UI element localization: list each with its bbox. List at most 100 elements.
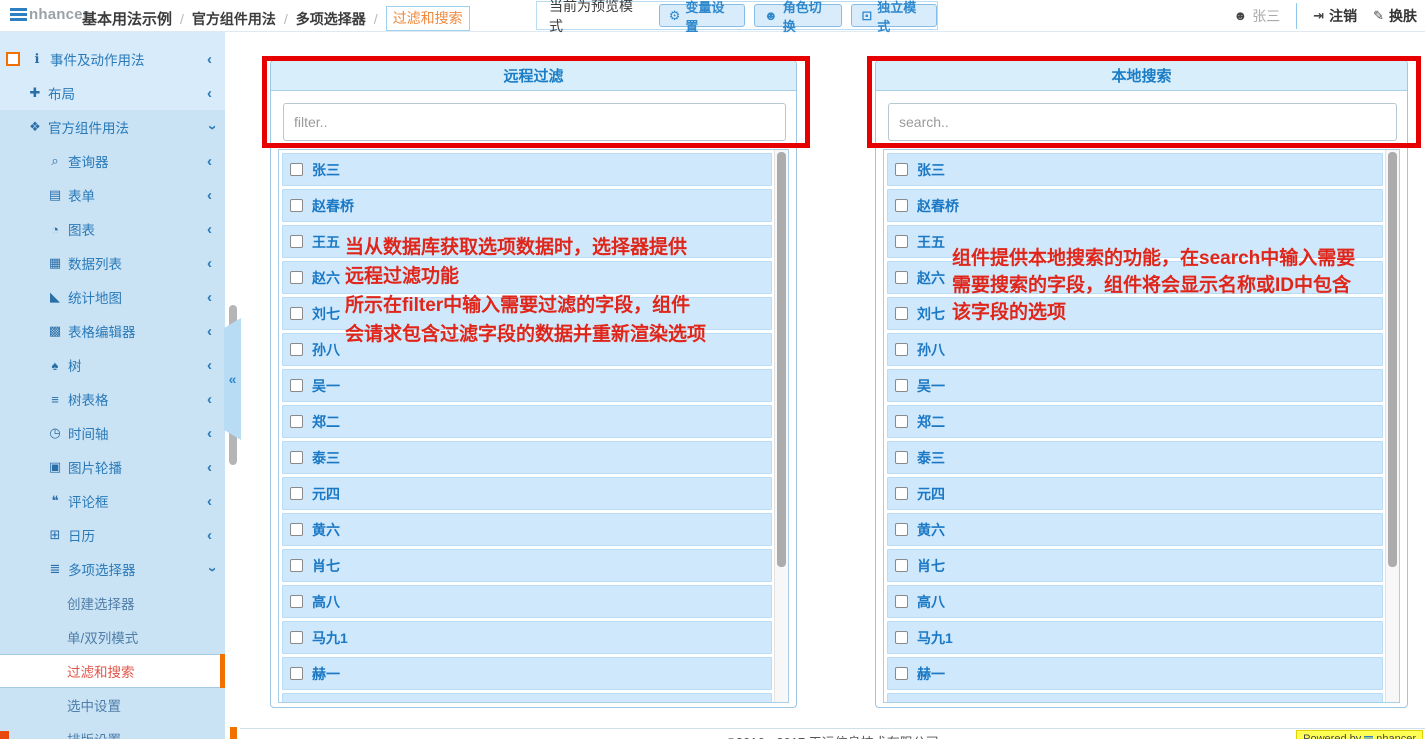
sidebar-item[interactable]: ℹ事件及动作用法‹ xyxy=(0,42,225,76)
sidebar-item[interactable]: 过滤和搜索 xyxy=(0,654,225,688)
option-row[interactable]: 肖七 xyxy=(887,549,1383,582)
sidebar-item[interactable]: ▤表单‹ xyxy=(0,178,225,212)
option-row[interactable]: 刘七 xyxy=(887,297,1383,330)
option-row[interactable]: 马九1 xyxy=(887,621,1383,654)
option-row[interactable]: 黄六 xyxy=(887,513,1383,546)
sidebar-item[interactable]: ⌕查询器‹ xyxy=(0,144,225,178)
sidebar-item[interactable]: ♠树‹ xyxy=(0,348,225,382)
breadcrumb-item[interactable]: 官方组件用法 xyxy=(192,9,276,29)
breadcrumb-item[interactable]: 多项选择器 xyxy=(296,9,366,29)
option-checkbox[interactable] xyxy=(895,451,908,464)
option-checkbox[interactable] xyxy=(290,271,303,284)
option-checkbox[interactable] xyxy=(290,595,303,608)
variable-settings-button[interactable]: ⚙ 变量设置 xyxy=(659,4,745,27)
option-checkbox[interactable] xyxy=(290,235,303,248)
option-row[interactable] xyxy=(282,693,772,702)
sidebar-item[interactable]: ▩表格编辑器‹ xyxy=(0,314,225,348)
sidebar-item[interactable]: 选中设置 xyxy=(0,688,225,722)
option-checkbox[interactable] xyxy=(895,271,908,284)
option-row[interactable]: 赵六 xyxy=(887,261,1383,294)
sidebar-item[interactable]: ❝评论框‹ xyxy=(0,484,225,518)
sidebar-item[interactable]: ⊞日历‹ xyxy=(0,518,225,552)
option-checkbox[interactable] xyxy=(895,199,908,212)
option-checkbox[interactable] xyxy=(290,415,303,428)
sidebar-item[interactable]: ◷时间轴‹ xyxy=(0,416,225,450)
option-row[interactable]: 赵春桥 xyxy=(282,189,772,222)
standalone-mode-button[interactable]: ⊡ 独立模式 xyxy=(851,4,937,27)
list-scrollbar-thumb[interactable] xyxy=(1388,152,1397,567)
sidebar-collapse-handle[interactable]: « xyxy=(224,318,241,440)
option-row[interactable]: 孙八 xyxy=(887,333,1383,366)
breadcrumb-active-item[interactable]: 过滤和搜索 xyxy=(386,6,470,31)
option-checkbox[interactable] xyxy=(290,343,303,356)
powered-by-badge[interactable]: Powered by nhancer xyxy=(1296,730,1423,739)
option-row[interactable]: 吴一 xyxy=(887,369,1383,402)
option-row[interactable]: 马九1 xyxy=(282,621,772,654)
sidebar-item[interactable]: 创建选择器 xyxy=(0,586,225,620)
option-row[interactable]: 黄六 xyxy=(282,513,772,546)
option-row[interactable]: 肖七 xyxy=(282,549,772,582)
option-row[interactable] xyxy=(887,693,1383,702)
option-row[interactable]: 刘七 xyxy=(282,297,772,330)
option-checkbox[interactable] xyxy=(895,559,908,572)
option-row[interactable]: 王五 xyxy=(887,225,1383,258)
option-row[interactable]: 郑二 xyxy=(887,405,1383,438)
option-checkbox[interactable] xyxy=(895,379,908,392)
option-row[interactable]: 元四 xyxy=(887,477,1383,510)
logout-button[interactable]: ⇥ 注销 xyxy=(1313,6,1357,26)
option-checkbox[interactable] xyxy=(895,163,908,176)
role-switch-button[interactable]: ☻ 角色切换 xyxy=(754,4,842,27)
sidebar-item[interactable]: ❖官方组件用法‹ xyxy=(0,110,225,144)
option-checkbox[interactable] xyxy=(290,559,303,572)
option-row[interactable]: 郑二 xyxy=(282,405,772,438)
option-row[interactable]: 高八 xyxy=(887,585,1383,618)
app-logo[interactable]: nhancer xyxy=(10,6,89,23)
sidebar-item[interactable]: ▣图片轮播‹ xyxy=(0,450,225,484)
option-row[interactable]: 张三 xyxy=(282,153,772,186)
fullscreen-toggle-icon[interactable] xyxy=(6,52,20,66)
option-row[interactable]: 泰三 xyxy=(887,441,1383,474)
option-checkbox[interactable] xyxy=(290,379,303,392)
list-scrollbar-thumb[interactable] xyxy=(777,152,786,567)
option-checkbox[interactable] xyxy=(290,487,303,500)
sidebar-item[interactable]: ◣统计地图‹ xyxy=(0,280,225,314)
option-row[interactable]: 泰三 xyxy=(282,441,772,474)
option-checkbox[interactable] xyxy=(895,667,908,680)
option-row[interactable]: 赫一 xyxy=(887,657,1383,690)
option-row[interactable]: 赵六 xyxy=(282,261,772,294)
option-checkbox[interactable] xyxy=(895,343,908,356)
sidebar-item[interactable]: ≡树表格‹ xyxy=(0,382,225,416)
option-checkbox[interactable] xyxy=(290,667,303,680)
option-checkbox[interactable] xyxy=(895,415,908,428)
filter-input[interactable] xyxy=(283,103,786,141)
sidebar-item[interactable]: ▦数据列表‹ xyxy=(0,246,225,280)
sidebar-item[interactable]: 单/双列模式 xyxy=(0,620,225,654)
list-scrollbar-track[interactable] xyxy=(774,150,788,702)
option-checkbox[interactable] xyxy=(290,307,303,320)
list-scrollbar-track[interactable] xyxy=(1385,150,1399,702)
option-checkbox[interactable] xyxy=(290,163,303,176)
option-row[interactable]: 孙八 xyxy=(282,333,772,366)
breadcrumb-item[interactable]: 基本用法示例 xyxy=(82,8,172,29)
option-row[interactable]: 元四 xyxy=(282,477,772,510)
option-row[interactable]: 张三 xyxy=(887,153,1383,186)
option-checkbox[interactable] xyxy=(895,631,908,644)
option-row[interactable]: 王五 xyxy=(282,225,772,258)
sidebar-item[interactable]: 排版设置 xyxy=(0,722,225,739)
option-checkbox[interactable] xyxy=(290,451,303,464)
current-user[interactable]: ☻ 张三 xyxy=(1234,6,1281,26)
change-skin-button[interactable]: ✎ 换肤 xyxy=(1373,6,1417,26)
sidebar-item[interactable]: ✚布局‹ xyxy=(0,76,225,110)
option-row[interactable]: 高八 xyxy=(282,585,772,618)
option-checkbox[interactable] xyxy=(895,307,908,320)
option-row[interactable]: 吴一 xyxy=(282,369,772,402)
option-checkbox[interactable] xyxy=(290,631,303,644)
option-checkbox[interactable] xyxy=(895,487,908,500)
option-checkbox[interactable] xyxy=(290,199,303,212)
option-checkbox[interactable] xyxy=(290,523,303,536)
option-checkbox[interactable] xyxy=(895,523,908,536)
option-checkbox[interactable] xyxy=(895,235,908,248)
sidebar-item[interactable]: ◔图表‹ xyxy=(0,212,225,246)
option-row[interactable]: 赵春桥 xyxy=(887,189,1383,222)
sidebar-item[interactable]: ≣多项选择器‹ xyxy=(0,552,225,586)
